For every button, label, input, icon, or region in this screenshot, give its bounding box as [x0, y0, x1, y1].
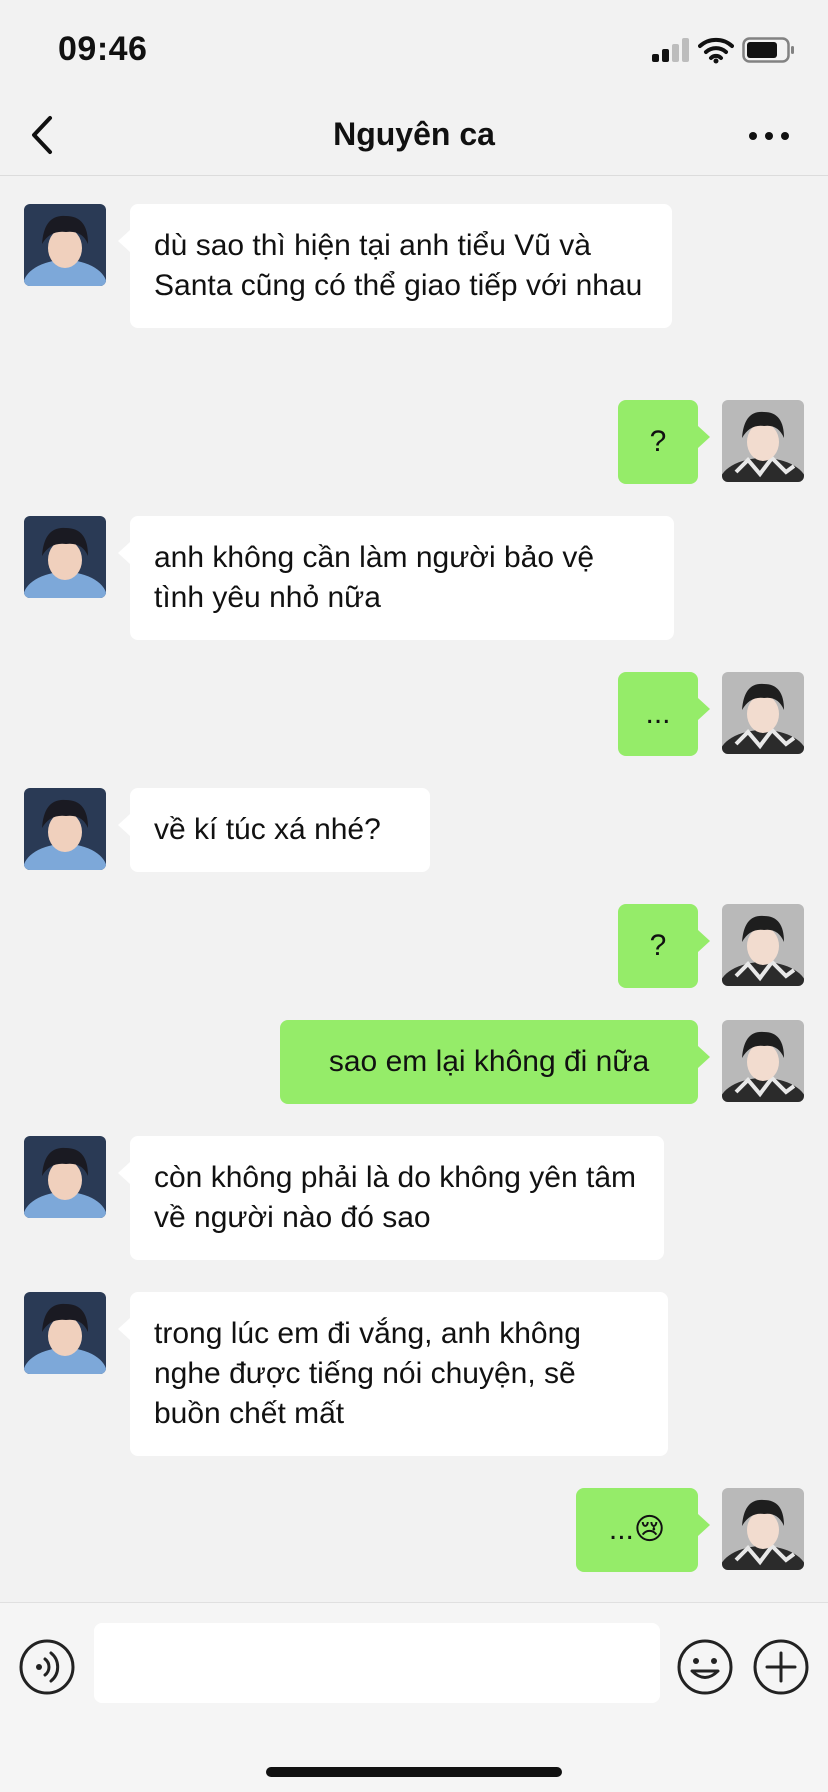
chat-title: Nguyên ca [333, 116, 495, 152]
message-bubble[interactable]: ... [618, 672, 710, 756]
self-avatar[interactable] [722, 1020, 804, 1102]
message-bubble[interactable]: ...😢 [576, 1488, 710, 1572]
add-attachment-icon[interactable] [752, 1638, 810, 1696]
message-bubble[interactable]: dù sao thì hiện tại anh tiểu Vũ và Santa… [118, 204, 672, 328]
message-input[interactable] [94, 1623, 660, 1703]
message-bubble[interactable]: còn không phải là do không yên tâm về ng… [118, 1136, 664, 1260]
message-bubble[interactable]: ? [618, 400, 710, 484]
self-avatar[interactable] [722, 904, 804, 986]
message-bubble[interactable]: ? [618, 904, 710, 988]
contact-avatar[interactable] [24, 1292, 106, 1374]
self-avatar[interactable] [722, 400, 804, 482]
self-avatar[interactable] [722, 1488, 804, 1570]
contact-avatar[interactable] [24, 204, 106, 286]
message-bubble[interactable]: về kí túc xá nhé? [118, 788, 430, 872]
battery-icon [742, 37, 794, 63]
message-bubble[interactable]: sao em lại không đi nữa [280, 1020, 710, 1104]
chat-header: Nguyên ca [0, 94, 828, 176]
contact-avatar[interactable] [24, 516, 106, 598]
message-bubble[interactable]: trong lúc em đi vắng, anh không nghe đượ… [118, 1292, 668, 1456]
voice-input-icon[interactable] [18, 1638, 76, 1696]
contact-avatar[interactable] [24, 1136, 106, 1218]
input-bar [0, 1602, 828, 1792]
more-options-icon[interactable] [744, 116, 794, 156]
self-avatar[interactable] [722, 672, 804, 754]
wifi-icon [698, 37, 734, 64]
signal-icon [652, 38, 690, 62]
emoji-icon[interactable] [676, 1638, 734, 1696]
home-indicator [266, 1767, 562, 1777]
status-bar: 09:46 [0, 0, 828, 94]
message-bubble[interactable]: anh không cần làm người bảo vệ tình yêu … [118, 516, 674, 640]
status-time: 09:46 [58, 30, 148, 68]
contact-avatar[interactable] [24, 788, 106, 870]
